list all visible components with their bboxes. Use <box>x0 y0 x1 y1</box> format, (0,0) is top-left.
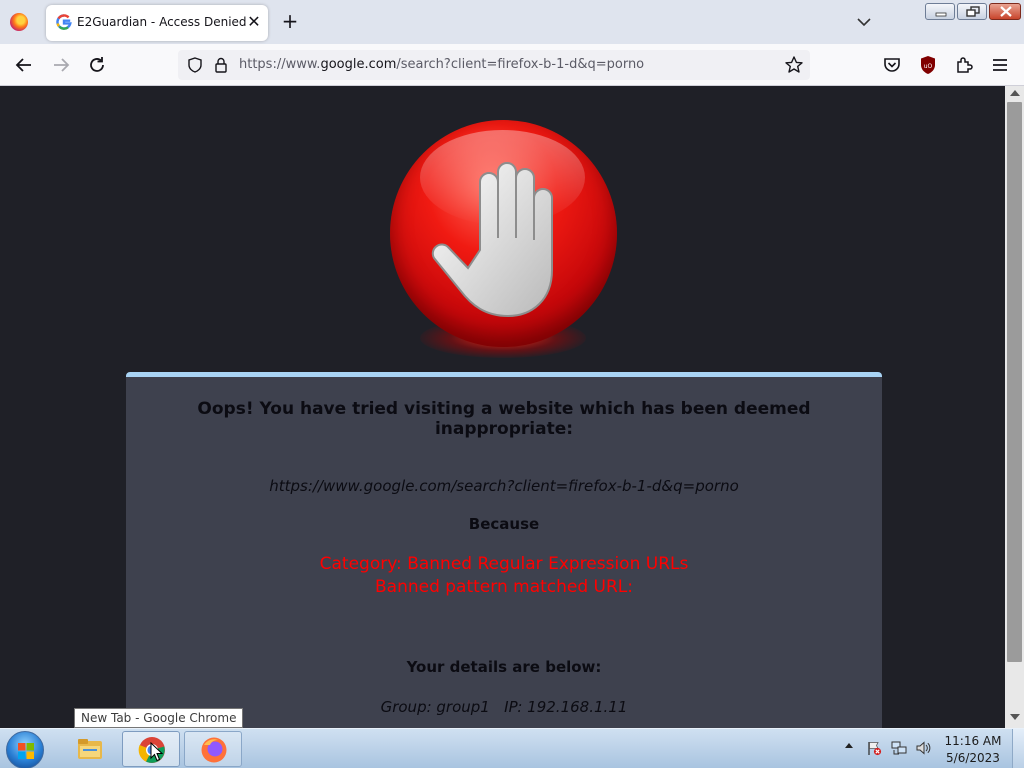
forward-arrow-icon[interactable] <box>49 53 73 77</box>
tab-strip: E2Guardian - Access Denied ✕ + <box>0 0 1024 44</box>
google-favicon-icon <box>56 14 72 30</box>
url-bar[interactable]: https://www.google.com/search?client=fir… <box>178 50 810 80</box>
url-host: google.com <box>320 57 397 72</box>
block-page-title: Oops! You have tried visiting a website … <box>197 399 811 439</box>
url-path: /search?client=firefox-b-1-d&q=porno <box>396 57 645 72</box>
firefox-icon <box>201 737 227 763</box>
volume-icon[interactable] <box>915 740 931 756</box>
mouse-cursor-icon <box>150 742 164 762</box>
action-center-flag-icon[interactable] <box>866 740 882 756</box>
ublock-origin-icon[interactable]: uO <box>916 53 940 77</box>
show-hidden-icons-button[interactable] <box>845 743 853 748</box>
window-minimize-button[interactable] <box>925 3 955 20</box>
vertical-scrollbar[interactable] <box>1005 86 1024 728</box>
hamburger-menu-icon[interactable] <box>988 53 1012 77</box>
extensions-icon[interactable] <box>952 53 976 77</box>
blocked-url: https://www.google.com/search?client=fir… <box>269 477 739 495</box>
block-message-card: Oops! You have tried visiting a website … <box>126 372 882 728</box>
tab-title: E2Guardian - Access Denied <box>77 15 247 29</box>
lock-icon[interactable] <box>212 56 230 74</box>
pocket-icon[interactable] <box>880 53 904 77</box>
svg-text:uO: uO <box>924 63 933 70</box>
taskbar-explorer-button[interactable] <box>61 731 119 767</box>
block-reason-pattern: Banned pattern matched URL: <box>374 577 634 597</box>
shield-icon[interactable] <box>186 56 204 74</box>
folder-icon <box>78 739 102 759</box>
network-icon[interactable] <box>891 740 907 756</box>
because-label: Because <box>468 515 540 533</box>
page-content: Oops! You have tried visiting a website … <box>0 86 1005 728</box>
navigation-toolbar: https://www.google.com/search?client=fir… <box>0 44 1024 86</box>
taskbar-tooltip: New Tab - Google Chrome <box>74 708 244 728</box>
star-icon[interactable] <box>784 55 804 75</box>
taskbar-firefox-button[interactable] <box>184 731 242 767</box>
window-restore-button[interactable] <box>957 3 987 20</box>
firefox-logo-icon[interactable] <box>10 13 28 31</box>
window-close-button[interactable] <box>989 3 1021 20</box>
chevron-down-icon[interactable] <box>852 12 876 32</box>
back-arrow-icon[interactable] <box>12 53 36 77</box>
block-reason-category: Category: Banned Regular Expression URLs <box>319 554 689 574</box>
tab-close-button[interactable]: ✕ <box>244 12 264 32</box>
url-text[interactable]: https://www.google.com/search?client=fir… <box>239 57 644 72</box>
show-desktop-button[interactable] <box>1012 729 1024 768</box>
tab-active[interactable]: E2Guardian - Access Denied ✕ <box>46 5 268 41</box>
hand-icon <box>431 162 553 318</box>
new-tab-button[interactable]: + <box>278 10 302 34</box>
scroll-down-icon[interactable] <box>1010 714 1020 720</box>
clock-date[interactable]: 5/6/2023 <box>940 751 1006 765</box>
stop-hand-icon <box>390 120 617 347</box>
start-button[interactable] <box>6 731 44 768</box>
scrollbar-thumb[interactable] <box>1007 102 1022 662</box>
reload-icon[interactable] <box>85 53 109 77</box>
scroll-up-icon[interactable] <box>1010 90 1020 96</box>
details-heading: Your details are below: <box>406 658 602 676</box>
windows-logo-icon <box>18 743 34 759</box>
clock-time[interactable]: 11:16 AM <box>940 734 1006 748</box>
url-prefix: https://www. <box>239 57 321 72</box>
